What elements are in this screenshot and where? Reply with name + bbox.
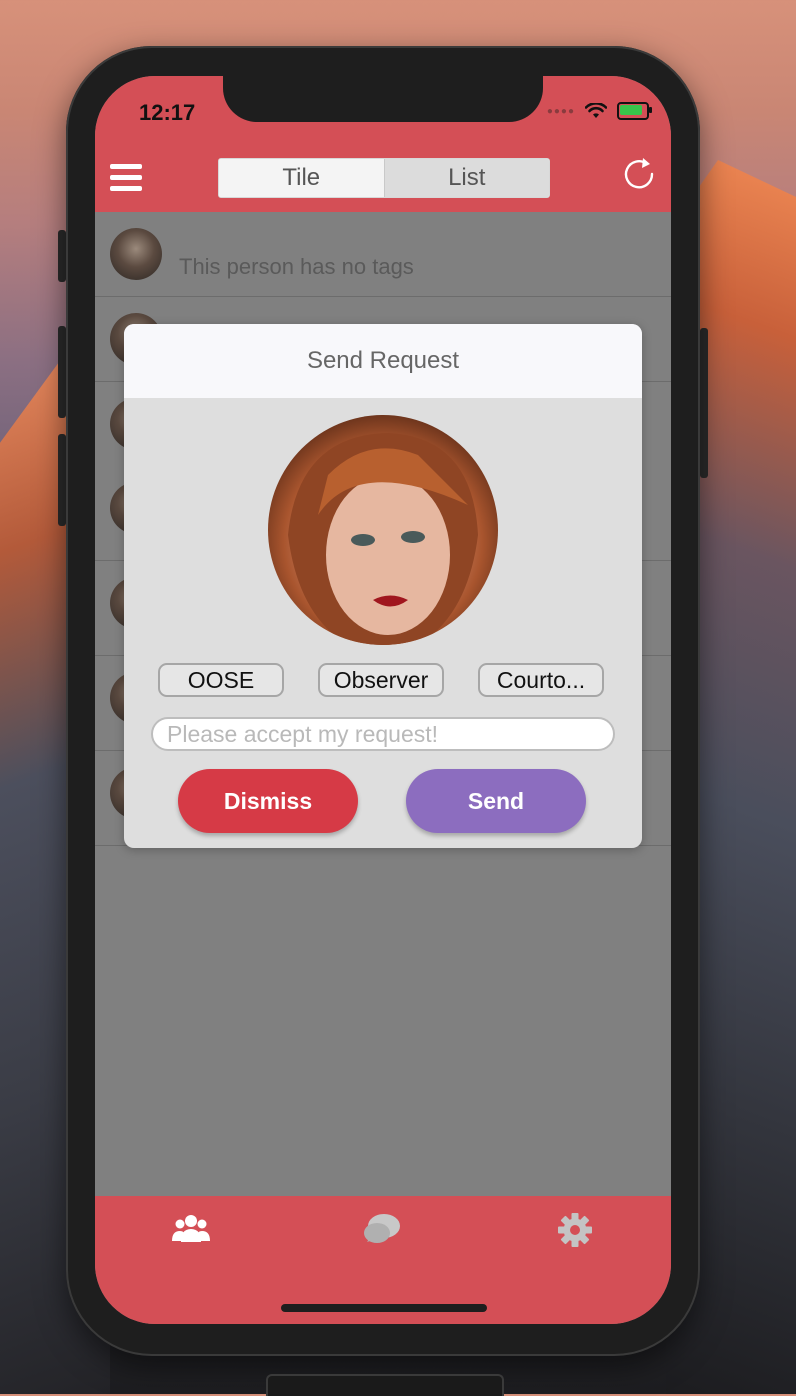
home-indicator [281,1304,487,1312]
people-icon[interactable] [171,1212,211,1248]
phone-notch [223,76,543,122]
phone-power-button [700,328,708,478]
dismiss-button[interactable]: Dismiss [178,769,358,833]
profile-portrait [268,433,478,645]
profile-photo [268,415,498,645]
battery-icon [617,102,652,120]
gear-icon[interactable] [555,1212,595,1248]
tag-observer[interactable]: Observer [318,663,444,697]
modal-title: Send Request [124,324,642,398]
nav-header: 12:17 ●●●● Tile List [95,76,671,212]
send-button[interactable]: Send [406,769,586,833]
status-indicators: ●●●● [546,102,652,120]
background-bottom-element [266,1374,504,1396]
tag-oose[interactable]: OOSE [158,663,284,697]
tag-courto[interactable]: Courto... [478,663,604,697]
chat-bubble-icon[interactable] [362,1212,402,1248]
segment-list[interactable]: List [383,159,549,197]
segment-tile[interactable]: Tile [219,159,384,197]
view-segmented-control: Tile List [218,158,550,198]
cellular-signal-icon: ●●●● [546,105,575,117]
status-time: 12:17 [139,100,196,125]
row-text: This person has no tags [179,254,414,279]
avatar [110,228,162,280]
wifi-icon [585,103,607,118]
menu-icon[interactable] [110,164,142,192]
request-message-input[interactable] [151,717,615,751]
list-item[interactable]: This person has no tags [95,212,671,297]
phone-volume-up [58,326,66,418]
phone-volume-down [58,434,66,526]
phone-mute-switch [58,230,66,282]
send-request-modal: Send Request OOSE Observer Courto... Dis… [124,324,642,848]
refresh-icon[interactable] [621,156,657,192]
